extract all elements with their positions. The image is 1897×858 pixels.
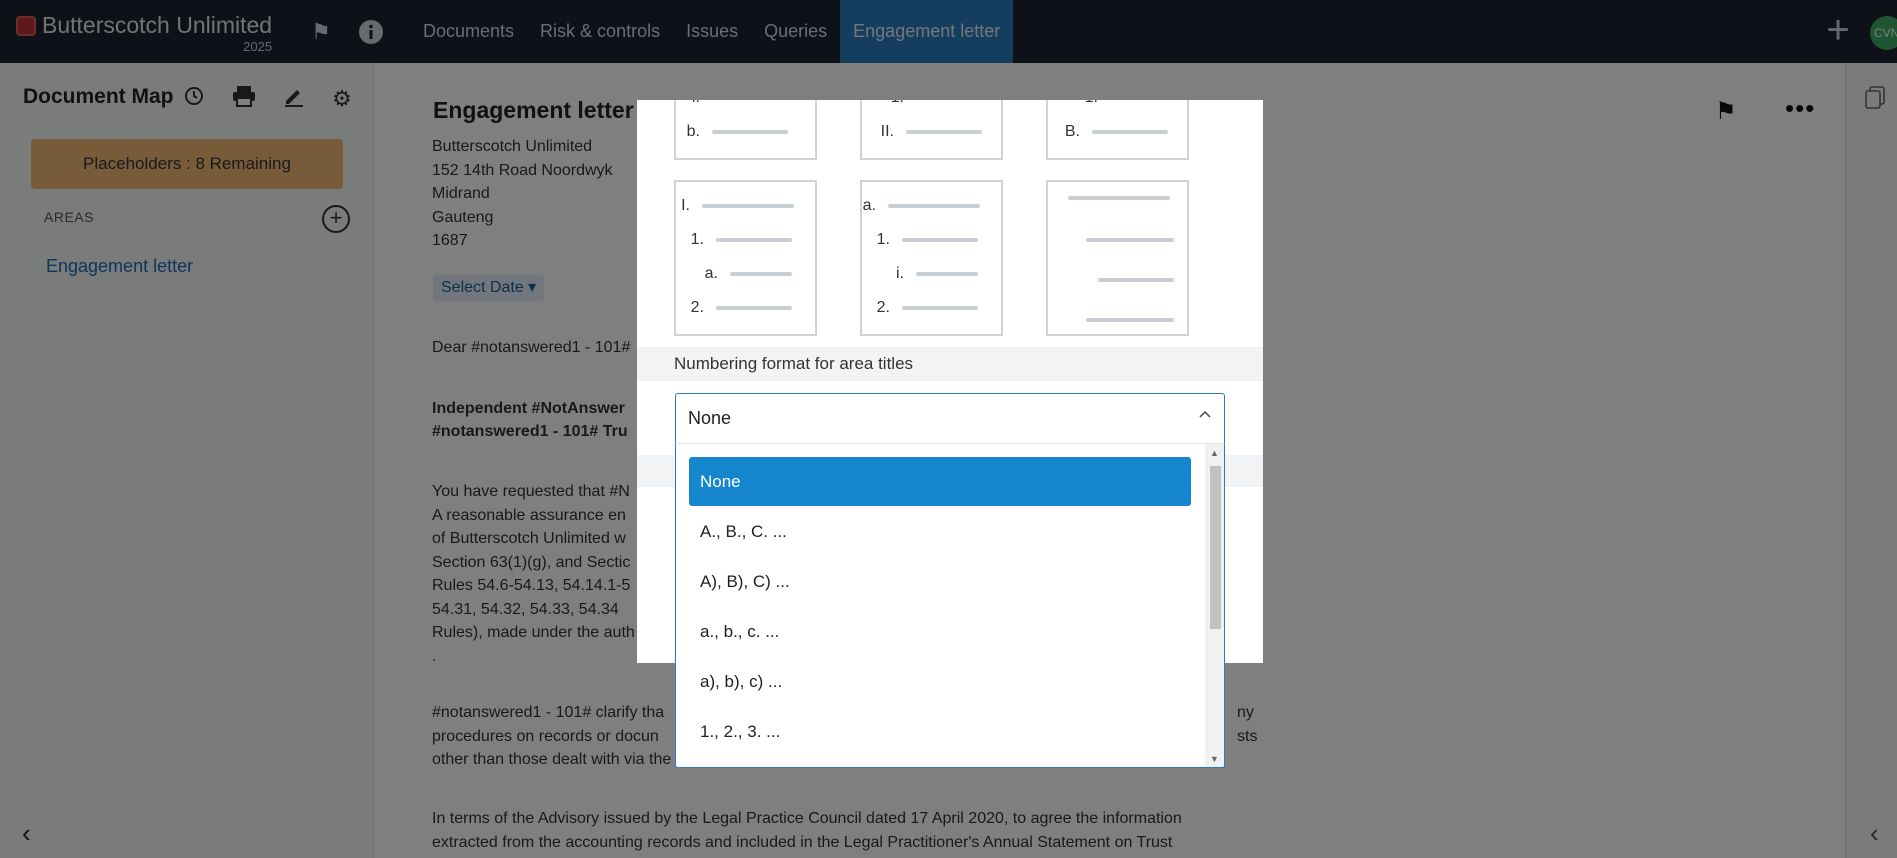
numbering-preview-option[interactable]: a. 1. i. 2. <box>860 180 1003 336</box>
preview-label: b. <box>686 123 700 140</box>
option-numeric-dot[interactable]: 1., 2., 3. ... <box>689 707 1191 756</box>
preview-line <box>888 204 980 208</box>
preview-line <box>1086 238 1174 242</box>
option-lower-alpha-paren[interactable]: a), b), c) ... <box>689 657 1191 706</box>
preview-line <box>712 130 788 134</box>
preview-line <box>1098 278 1174 282</box>
numbering-preview-option[interactable]: i. b. <box>674 100 817 160</box>
numbering-format-dropdown: None A., B., C. ... A), B), C) ... a., b… <box>675 443 1225 768</box>
preview-line <box>916 272 978 276</box>
preview-label: i. <box>676 100 706 107</box>
numbering-preview-option[interactable]: 1. II. <box>860 100 1003 160</box>
preview-label: 1. <box>690 231 704 248</box>
dropdown-scrollbar[interactable]: ▲ ▼ <box>1205 444 1224 767</box>
preview-label: 2. <box>690 299 704 316</box>
preview-line <box>1068 196 1170 200</box>
preview-label: a. <box>704 265 718 282</box>
preview-line <box>716 306 792 310</box>
scrollbar-thumb[interactable] <box>1210 466 1221 629</box>
numbering-preview-option[interactable] <box>1046 180 1189 336</box>
preview-line <box>906 130 982 134</box>
numbering-format-label: Numbering format for area titles <box>674 354 914 373</box>
select-value: None <box>688 408 732 428</box>
preview-label: B. <box>1064 123 1080 140</box>
option-lower-alpha-dot[interactable]: a., b., c. ... <box>689 607 1191 656</box>
option-none[interactable]: None <box>689 457 1191 506</box>
preview-line <box>730 272 792 276</box>
preview-line <box>702 204 794 208</box>
preview-line <box>902 238 978 242</box>
preview-line <box>716 238 792 242</box>
preview-label: 1. <box>876 231 890 248</box>
preview-label: 2. <box>876 299 890 316</box>
numbering-preview-option[interactable]: 1. B. <box>1046 100 1189 160</box>
option-upper-alpha-paren[interactable]: A), B), C) ... <box>689 557 1191 606</box>
chevron-up-icon <box>1198 406 1212 424</box>
preview-label: 1. <box>862 100 910 107</box>
preview-label: a. <box>862 197 876 214</box>
preview-label: 1. <box>1048 100 1104 107</box>
preview-label: II. <box>880 123 894 140</box>
scroll-up-arrow-icon[interactable]: ▲ <box>1210 448 1219 458</box>
preview-label: I. <box>681 197 690 214</box>
preview-line <box>1092 130 1168 134</box>
preview-line <box>1086 318 1174 322</box>
scroll-down-arrow-icon[interactable]: ▼ <box>1210 754 1219 764</box>
preview-label: i. <box>896 265 904 282</box>
preview-line <box>902 306 978 310</box>
option-upper-alpha-dot[interactable]: A., B., C. ... <box>689 507 1191 556</box>
numbering-preview-option[interactable]: I. 1. a. 2. <box>674 180 817 336</box>
numbering-format-select[interactable]: None <box>675 393 1225 443</box>
